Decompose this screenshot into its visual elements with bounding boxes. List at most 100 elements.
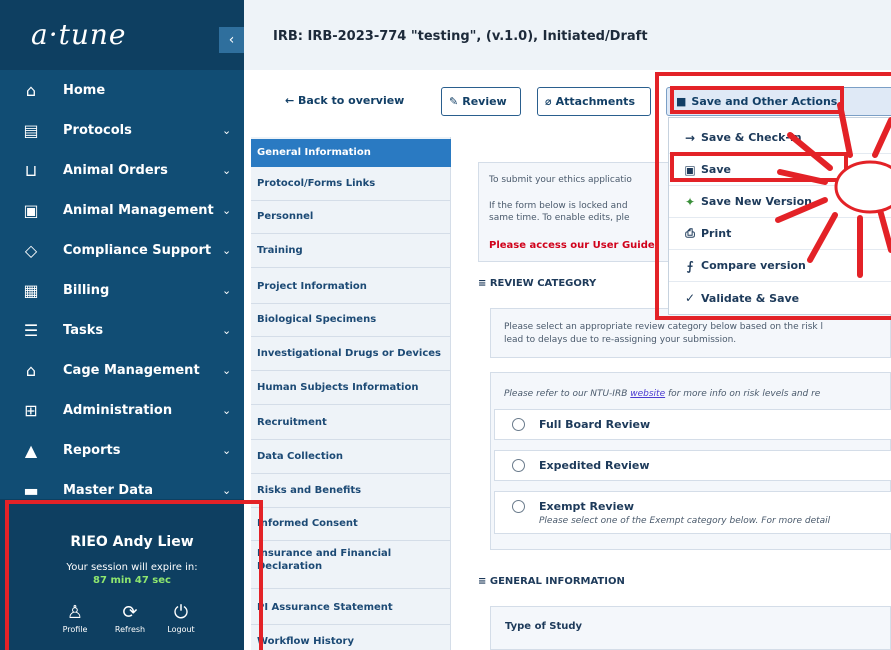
menu-item-print[interactable]: ⎙ Print [669,218,891,250]
logout-label: Logout [167,625,195,634]
sidebar-item-label: Animal Management [63,202,214,218]
save-icon: ■ [676,95,687,108]
sidebar-item-label: Cage Management [63,362,200,378]
page-title: IRB: IRB-2023-774 "testing", (v.1.0), In… [273,29,648,44]
document-icon: ▤ [23,120,39,140]
sidebar-item-home[interactable]: ⌂ Home [0,70,244,110]
chevron-down-icon: ⌄ [222,363,232,377]
session-expiry-label: Your session will expire in: [66,562,198,573]
review-description-box [490,308,891,358]
profile-label: Profile [62,625,88,634]
chart-icon: ▲ [24,440,38,460]
save-and-other-actions-label: ■ Save and Other Actions [676,95,838,108]
user-panel: RIEO Andy Liew Your session will expire … [0,499,244,650]
chevron-down-icon: ⌄ [222,243,232,257]
brand-bar: a·tune ‹ [0,0,244,70]
website-link[interactable]: website [630,389,665,399]
page-header: IRB: IRB-2023-774 "testing", (v.1.0), In… [244,0,891,70]
sidebar-item-administration[interactable]: ⊞ Administration ⌄ [0,390,244,430]
sidebar-item-protocols[interactable]: ▤ Protocols ⌄ [0,110,244,150]
sidebar-item-animal-orders[interactable]: ⊔ Animal Orders ⌄ [0,150,244,190]
chevron-down-icon: ⌄ [222,483,232,497]
cart-icon: ⊔ [24,160,38,180]
option-exempt-review[interactable]: Exempt Review Please select one of the E… [494,491,891,534]
section-pi-assurance[interactable]: PI Assurance Statement [251,601,451,614]
divider [251,336,451,337]
chevron-down-icon: ⌄ [222,443,232,457]
section-data-collection[interactable]: Data Collection [251,450,451,463]
section-risks-and-benefits[interactable]: Risks and Benefits [251,484,451,497]
shield-icon: ◇ [24,240,38,260]
check-in-icon: → [684,130,696,145]
sidebar-item-label: Reports [63,442,121,458]
sidebar-item-animal-management[interactable]: ▣ Animal Management ⌄ [0,190,244,230]
attachments-button[interactable]: ⌀ Attachments [537,87,651,116]
section-biological-specimens[interactable]: Biological Specimens [251,313,451,326]
sidebar-item-reports[interactable]: ▲ Reports ⌄ [0,430,244,470]
chevron-down-icon: ⌄ [222,323,232,337]
app-logo[interactable]: a·tune [31,18,126,51]
save-icon: ▣ [684,162,696,177]
save-and-other-actions-button[interactable]: ■ Save and Other Actions [666,87,891,116]
section-protocol-forms-links[interactable]: Protocol/Forms Links [251,177,451,190]
menu-item-validate-save[interactable]: ✓ Validate & Save [669,282,891,314]
divider [251,303,451,304]
check-circle-icon: ✓ [684,291,696,305]
refresh-label: Refresh [114,625,146,634]
section-project-information[interactable]: Project Information [251,280,451,293]
menu-item-compare-version[interactable]: ⨍ Compare version [669,250,891,282]
home-icon: ⌂ [25,80,37,100]
divider [251,200,451,201]
sidebar-item-label: Protocols [63,122,132,138]
divider [251,404,451,405]
paperclip-icon: ⌀ [545,95,552,108]
edit-icon: ✎ [449,95,459,108]
option-expedited-review[interactable]: Expedited Review [494,450,891,481]
menu-item-save[interactable]: ▣ Save [669,154,891,186]
sidebar-item-tasks[interactable]: ☰ Tasks ⌄ [0,310,244,350]
review-button[interactable]: ✎ Review [441,87,521,116]
sidebar-item-compliance-support[interactable]: ◇ Compliance Support ⌄ [0,230,244,270]
section-recruitment[interactable]: Recruitment [251,416,451,429]
type-of-study-box: Type of Study [490,606,891,650]
info-text-line: same time. To enable edits, ple [489,213,630,223]
chevron-down-icon: ⌄ [222,163,232,177]
review-label: Review [462,95,507,108]
sidebar-item-label: Compliance Support [63,242,212,258]
save-actions-dropdown: → Save & Check-in ▣ Save ✦ Save New Version… [668,117,891,315]
divider [251,588,451,589]
option-label: Expedited Review [539,459,650,472]
section-insurance-financial[interactable]: Insurance and Financial Declaration [251,547,401,573]
divider [251,439,451,440]
profile-button[interactable]: ♙ Profile [45,603,105,635]
radio-button[interactable] [512,459,525,472]
section-personnel[interactable]: Personnel [251,210,451,223]
divider [251,540,451,541]
sidebar-item-label: Master Data [63,482,153,498]
section-human-subjects[interactable]: Human Subjects Information [251,381,451,394]
sidebar-item-cage-management[interactable]: ⌂ Cage Management ⌄ [0,350,244,390]
section-general-information[interactable]: General Information [251,139,451,167]
section-informed-consent[interactable]: Informed Consent [251,517,451,530]
database-icon: ▬ [23,480,39,500]
chevron-down-icon: ⌄ [222,403,232,417]
menu-item-save-check-in[interactable]: → Save & Check-in [669,122,891,154]
radio-button[interactable] [512,418,525,431]
logout-button[interactable]: ⏻ Logout [151,603,211,635]
type-of-study-label: Type of Study [505,621,583,632]
option-label: Exempt Review [539,500,634,513]
section-training[interactable]: Training [251,244,451,257]
refer-text: Please refer to our NTU-IRB website for … [504,389,821,399]
menu-item-save-new-version[interactable]: ✦ Save New Version [669,186,891,218]
section-investigational-drugs[interactable]: Investigational Drugs or Devices [251,347,451,360]
section-workflow-history[interactable]: Workflow History [251,635,451,648]
sidebar-item-billing[interactable]: ▦ Billing ⌄ [0,270,244,310]
review-description-line: Please select an appropriate review cate… [504,322,823,332]
attachments-label: Attachments [555,95,635,108]
radio-button[interactable] [512,500,525,513]
back-to-overview-link[interactable]: ← Back to overview [285,94,404,107]
user-guide-link[interactable]: Please access our User Guide [489,240,655,251]
divider [251,507,451,508]
collapse-sidebar-button[interactable]: ‹ [219,27,244,53]
option-full-board-review[interactable]: Full Board Review [494,409,891,440]
